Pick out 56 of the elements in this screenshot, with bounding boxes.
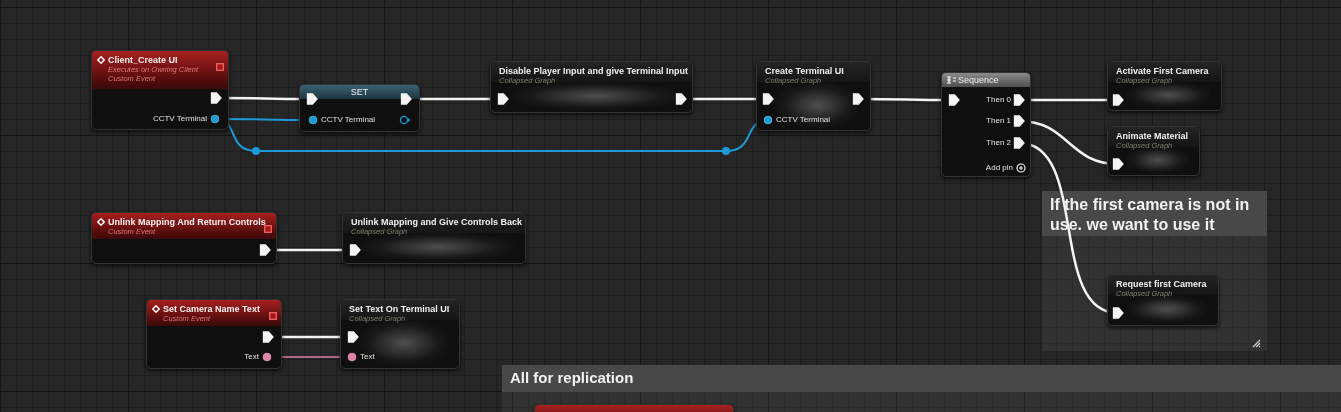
exec-pin-icon[interactable] <box>675 93 687 105</box>
pin-label: Then 1 <box>986 116 1011 126</box>
node-title: Activate First Camera <box>1116 66 1209 77</box>
exec-pin-icon[interactable] <box>400 93 412 105</box>
node-title: Client_Create UI <box>108 55 178 66</box>
exec-pin-icon[interactable] <box>1013 137 1025 149</box>
event-icon <box>97 218 105 226</box>
exec-pin-icon[interactable] <box>762 93 774 105</box>
data-pin-icon[interactable] <box>399 114 411 126</box>
event-icon <box>152 305 160 313</box>
event-icon <box>97 56 105 64</box>
data-pin-icon[interactable] <box>307 114 319 126</box>
resize-grip-icon[interactable] <box>1252 339 1261 348</box>
add-icon[interactable] <box>1016 163 1026 173</box>
exec-pin-icon[interactable] <box>259 244 271 256</box>
exec-pin-icon[interactable] <box>210 92 222 104</box>
data-pin-icon[interactable] <box>261 351 273 363</box>
exec-pin-icon[interactable] <box>948 94 960 106</box>
add-pin-button[interactable]: Add pin <box>985 163 1013 173</box>
sequence-icon <box>947 76 956 84</box>
exec-pin-icon[interactable] <box>262 331 274 343</box>
node-title: Unlink Mapping and Give Controls Back <box>351 217 523 228</box>
comment-title: All for replication <box>502 365 1341 392</box>
exec-pin-icon[interactable] <box>347 331 359 343</box>
exec-pin-icon[interactable] <box>1112 307 1124 319</box>
exec-pin-icon[interactable] <box>1013 115 1025 127</box>
node-title: Request first Camera <box>1116 279 1207 290</box>
pin-label: CCTV Terminal <box>152 114 207 124</box>
pin-label: Then 0 <box>986 95 1011 105</box>
data-pin-icon[interactable] <box>762 114 774 126</box>
exec-pin-icon[interactable] <box>497 93 509 105</box>
exec-pin-icon[interactable] <box>852 93 864 105</box>
node-title: Set Text On Terminal UI <box>349 304 450 315</box>
node-title: Create Terminal UI <box>765 66 844 77</box>
node-title: SET <box>350 87 369 98</box>
pin-label: Text <box>360 352 375 362</box>
data-pin-icon[interactable] <box>346 351 358 363</box>
reroute-knot[interactable] <box>722 147 730 155</box>
exec-pin-icon[interactable] <box>1013 94 1025 106</box>
comment-box[interactable]: All for replication <box>502 365 1341 412</box>
graph-canvas[interactable] <box>0 0 1341 412</box>
exec-pin-icon[interactable] <box>1112 158 1124 170</box>
node-title: Set Camera Name Text <box>163 304 260 315</box>
reroute-knot[interactable] <box>252 147 260 155</box>
exec-pin-icon[interactable] <box>306 93 318 105</box>
pin-label: Then 2 <box>986 138 1011 148</box>
exec-pin-icon[interactable] <box>1112 94 1124 106</box>
node-title: Unlink Mapping And Return Controls <box>108 217 266 228</box>
node-title: Sequence <box>958 75 999 86</box>
node-title: Animate Material <box>1116 131 1189 142</box>
pin-label: CCTV Terminal <box>321 115 376 125</box>
node-title: Disable Player Input and give Terminal Input <box>499 66 688 77</box>
exec-pin-icon[interactable] <box>349 244 361 256</box>
pin-label: Text <box>244 352 259 362</box>
data-pin-icon[interactable] <box>209 113 221 125</box>
pin-label: CCTV Terminal <box>776 115 831 125</box>
